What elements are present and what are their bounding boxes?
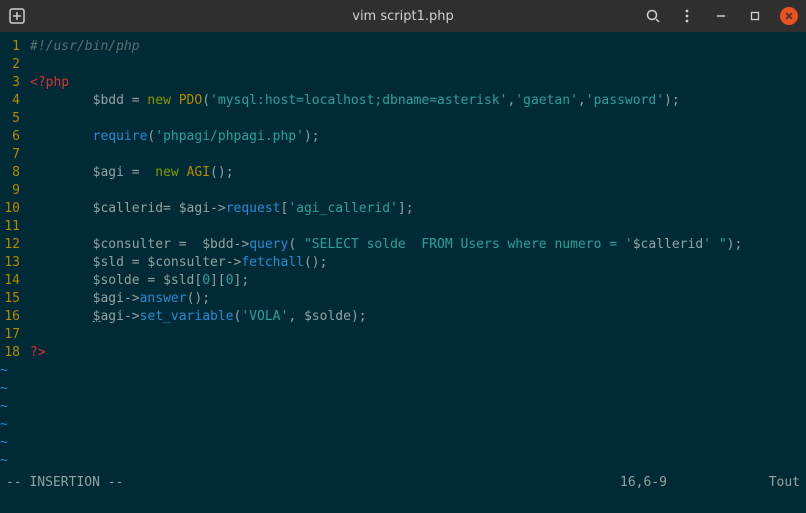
- code-line[interactable]: 6 require('phpagi/phpagi.php');: [0, 128, 806, 146]
- line-number: 15: [0, 290, 26, 308]
- line-number: 8: [0, 164, 26, 182]
- line-number: 4: [0, 92, 26, 110]
- line-number: 2: [0, 56, 26, 74]
- code-content[interactable]: $agi->answer();: [26, 290, 806, 308]
- code-line[interactable]: 12 $consulter = $bdd->query( "SELECT sol…: [0, 236, 806, 254]
- code-line[interactable]: 5: [0, 110, 806, 128]
- new-tab-icon[interactable]: [8, 7, 26, 25]
- minimize-button[interactable]: [712, 7, 730, 25]
- line-number: 10: [0, 200, 26, 218]
- code-line[interactable]: 1#!/usr/bin/php: [0, 38, 806, 56]
- line-number: 6: [0, 128, 26, 146]
- code-content[interactable]: [26, 110, 806, 128]
- code-content[interactable]: $consulter = $bdd->query( "SELECT solde …: [26, 236, 806, 254]
- editor-area[interactable]: 1#!/usr/bin/php23<?php4 $bdd = new PDO('…: [0, 32, 806, 493]
- scroll-position: Tout: [740, 473, 800, 493]
- code-content[interactable]: ?>: [26, 344, 806, 362]
- line-number: 14: [0, 272, 26, 290]
- code-content[interactable]: [26, 218, 806, 236]
- code-line[interactable]: 13 $sld = $consulter->fetchall();: [0, 254, 806, 272]
- line-number: 1: [0, 38, 26, 56]
- empty-line-tilde: ~: [0, 362, 806, 380]
- close-button[interactable]: [780, 7, 798, 25]
- code-content[interactable]: $sld = $consulter->fetchall();: [26, 254, 806, 272]
- line-number: 9: [0, 182, 26, 200]
- line-number: 17: [0, 326, 26, 344]
- code-content[interactable]: <?php: [26, 74, 806, 92]
- code-content[interactable]: $agi->set_variable('VOLA', $solde);: [26, 308, 806, 326]
- code-content[interactable]: #!/usr/bin/php: [26, 38, 806, 56]
- line-number: 3: [0, 74, 26, 92]
- line-number: 5: [0, 110, 26, 128]
- code-content[interactable]: $agi = new AGI();: [26, 164, 806, 182]
- code-line[interactable]: 4 $bdd = new PDO('mysql:host=localhost;d…: [0, 92, 806, 110]
- empty-line-tilde: ~: [0, 398, 806, 416]
- code-content[interactable]: [26, 56, 806, 74]
- menu-icon[interactable]: [678, 7, 696, 25]
- code-content[interactable]: [26, 182, 806, 200]
- code-line[interactable]: 18?>: [0, 344, 806, 362]
- search-icon[interactable]: [644, 7, 662, 25]
- code-content[interactable]: $callerid= $agi->request['agi_callerid']…: [26, 200, 806, 218]
- code-line[interactable]: 10 $callerid= $agi->request['agi_calleri…: [0, 200, 806, 218]
- code-line[interactable]: 9: [0, 182, 806, 200]
- maximize-button[interactable]: [746, 7, 764, 25]
- line-number: 11: [0, 218, 26, 236]
- empty-line-tilde: ~: [0, 380, 806, 398]
- code-line[interactable]: 3<?php: [0, 74, 806, 92]
- code-content[interactable]: require('phpagi/phpagi.php');: [26, 128, 806, 146]
- cursor-position: 16,6-9: [620, 473, 740, 493]
- line-number: 16: [0, 308, 26, 326]
- code-line[interactable]: 11: [0, 218, 806, 236]
- code-content[interactable]: $solde = $sld[0][0];: [26, 272, 806, 290]
- code-line[interactable]: 7: [0, 146, 806, 164]
- line-number: 7: [0, 146, 26, 164]
- code-content[interactable]: [26, 146, 806, 164]
- line-number: 18: [0, 344, 26, 362]
- window-title: vim script1.php: [208, 9, 598, 24]
- code-content[interactable]: [26, 326, 806, 344]
- code-line[interactable]: 8 $agi = new AGI();: [0, 164, 806, 182]
- code-line[interactable]: 14 $solde = $sld[0][0];: [0, 272, 806, 290]
- code-line[interactable]: 16 $agi->set_variable('VOLA', $solde);: [0, 308, 806, 326]
- code-content[interactable]: $bdd = new PDO('mysql:host=localhost;dbn…: [26, 92, 806, 110]
- empty-line-tilde: ~: [0, 452, 806, 470]
- line-number: 12: [0, 236, 26, 254]
- code-line[interactable]: 15 $agi->answer();: [0, 290, 806, 308]
- mode-indicator: -- INSERTION --: [6, 473, 620, 493]
- title-bar: vim script1.php: [0, 0, 806, 32]
- code-line[interactable]: 17: [0, 326, 806, 344]
- code-line[interactable]: 2: [0, 56, 806, 74]
- empty-line-tilde: ~: [0, 416, 806, 434]
- line-number: 13: [0, 254, 26, 272]
- status-bar: -- INSERTION -- 16,6-9 Tout: [0, 473, 806, 493]
- empty-line-tilde: ~: [0, 434, 806, 452]
